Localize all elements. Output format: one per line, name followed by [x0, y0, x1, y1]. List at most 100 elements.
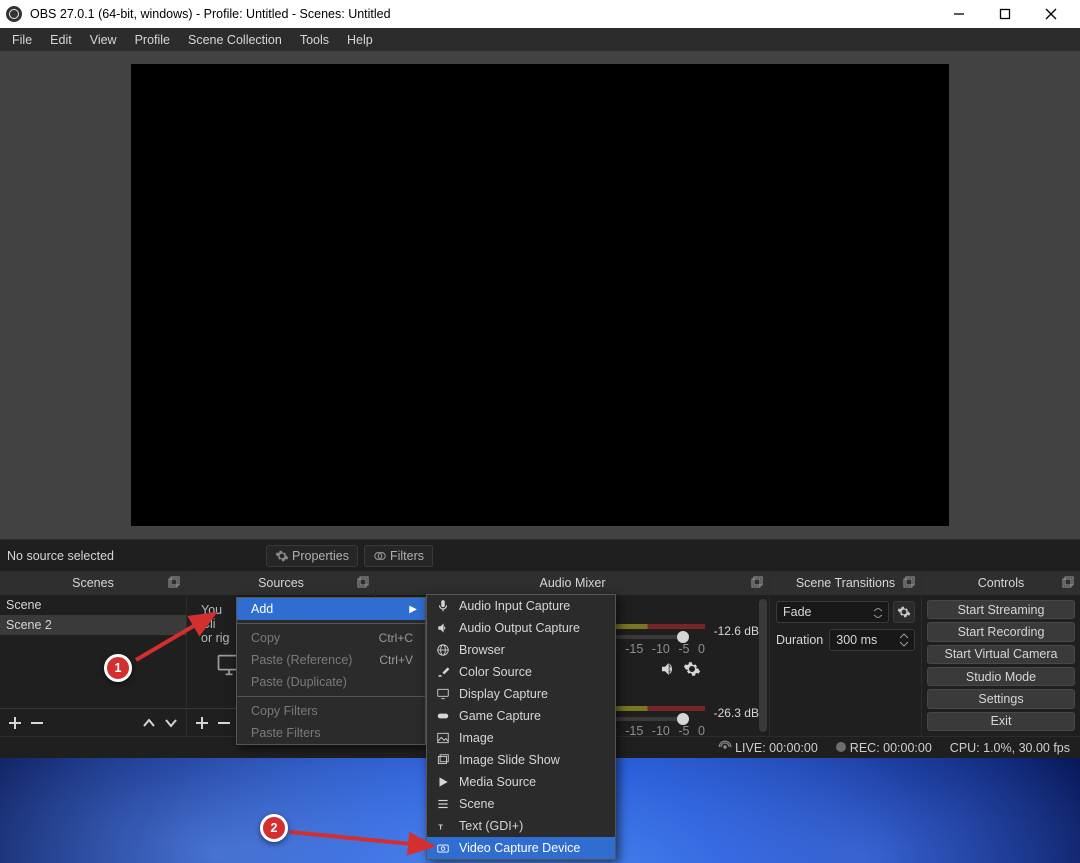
gamepad-icon [435, 708, 451, 724]
remove-scene-button[interactable] [28, 714, 46, 732]
ctx-paste-duplicate: Paste (Duplicate) [237, 671, 425, 693]
mixer-title: Audio Mixer [540, 576, 606, 590]
chevron-updown-icon [900, 633, 908, 647]
maximize-button[interactable] [982, 0, 1028, 28]
preview-canvas[interactable] [131, 64, 949, 526]
gear-icon [275, 549, 289, 563]
settings-button[interactable]: Settings [927, 689, 1075, 708]
ctx-game-capture[interactable]: Game Capture [427, 705, 615, 727]
ctx-browser[interactable]: Browser [427, 639, 615, 661]
ctx-copy-filters: Copy Filters [237, 700, 425, 722]
undock-icon[interactable] [356, 575, 370, 589]
filters-button[interactable]: Filters [364, 545, 433, 567]
transition-value: Fade [783, 605, 812, 619]
undock-icon[interactable] [902, 575, 916, 589]
status-rec: REC: 00:00:00 [836, 741, 932, 755]
menu-help[interactable]: Help [338, 30, 382, 50]
menu-tools[interactable]: Tools [291, 30, 338, 50]
gear-icon [897, 605, 911, 619]
minimize-button[interactable] [936, 0, 982, 28]
mixer-db-label: -12.6 dB [714, 624, 759, 638]
ctx-add[interactable]: Add▶ [237, 598, 425, 620]
gear-icon[interactable] [683, 660, 701, 678]
ctx-paste-reference: Paste (Reference)Ctrl+V [237, 649, 425, 671]
ctx-image[interactable]: Image [427, 727, 615, 749]
ctx-separator [237, 623, 425, 624]
chevron-updown-icon [873, 608, 883, 618]
exit-button[interactable]: Exit [927, 712, 1075, 731]
record-dot-icon [836, 742, 846, 752]
broadcast-icon [718, 740, 732, 754]
annotation-arrow-1 [128, 608, 228, 664]
speaker-icon [435, 620, 451, 636]
ctx-media-source[interactable]: Media Source [427, 771, 615, 793]
ctx-audio-input-capture[interactable]: Audio Input Capture [427, 595, 615, 617]
filters-label: Filters [390, 549, 424, 563]
source-toolbar: No source selected Properties Filters [0, 539, 1080, 571]
menu-edit[interactable]: Edit [41, 30, 81, 50]
play-icon [435, 774, 451, 790]
menu-file[interactable]: File [3, 30, 41, 50]
duration-value: 300 ms [836, 633, 877, 647]
ctx-scene[interactable]: Scene [427, 793, 615, 815]
ctx-text-gdi[interactable]: TText (GDI+) [427, 815, 615, 837]
add-source-button[interactable] [193, 714, 211, 732]
menubar: File Edit View Profile Scene Collection … [0, 28, 1080, 51]
properties-label: Properties [292, 549, 349, 563]
speaker-icon[interactable] [659, 660, 677, 678]
ctx-audio-output-capture[interactable]: Audio Output Capture [427, 617, 615, 639]
status-cpu: CPU: 1.0%, 30.00 fps [950, 741, 1070, 755]
obs-logo-icon [6, 6, 22, 22]
add-scene-button[interactable] [6, 714, 24, 732]
properties-button[interactable]: Properties [266, 545, 358, 567]
start-recording-button[interactable]: Start Recording [927, 622, 1075, 641]
sources-context-menu: Add▶ CopyCtrl+C Paste (Reference)Ctrl+V … [236, 597, 426, 745]
remove-source-button[interactable] [215, 714, 233, 732]
scenes-title: Scenes [72, 576, 114, 590]
mixer-db-label: -26.3 dB [714, 706, 759, 720]
ctx-video-capture-device[interactable]: Video Capture Device [427, 837, 615, 859]
window-title: OBS 27.0.1 (64-bit, windows) - Profile: … [30, 7, 936, 21]
menu-view[interactable]: View [81, 30, 126, 50]
chevron-right-icon: ▶ [409, 604, 417, 615]
globe-icon [435, 642, 451, 658]
overlap-icon [373, 549, 387, 563]
mic-icon [435, 598, 451, 614]
move-scene-up-button[interactable] [140, 714, 158, 732]
sources-title: Sources [258, 576, 304, 590]
controls-dock: Controls Start Streaming Start Recording… [922, 571, 1080, 736]
transition-settings-button[interactable] [893, 601, 915, 623]
images-icon [435, 752, 451, 768]
move-scene-down-button[interactable] [162, 714, 180, 732]
ctx-separator [237, 696, 425, 697]
ctx-image-slide-show[interactable]: Image Slide Show [427, 749, 615, 771]
image-icon [435, 730, 451, 746]
start-streaming-button[interactable]: Start Streaming [927, 600, 1075, 619]
undock-icon[interactable] [167, 575, 181, 589]
duration-label: Duration [776, 633, 823, 647]
controls-title: Controls [978, 576, 1025, 590]
studio-mode-button[interactable]: Studio Mode [927, 667, 1075, 686]
duration-input[interactable]: 300 ms [829, 629, 915, 651]
list-icon [435, 796, 451, 812]
brush-icon [435, 664, 451, 680]
preview-area [0, 51, 1080, 539]
menu-profile[interactable]: Profile [126, 30, 179, 50]
annotation-badge-2: 2 [260, 814, 288, 842]
ctx-display-capture[interactable]: Display Capture [427, 683, 615, 705]
ctx-paste-filters: Paste Filters [237, 722, 425, 744]
source-status: No source selected [4, 549, 266, 563]
titlebar: OBS 27.0.1 (64-bit, windows) - Profile: … [0, 0, 1080, 28]
transition-select[interactable]: Fade [776, 601, 889, 623]
annotation-badge-1: 1 [104, 654, 132, 682]
close-button[interactable] [1028, 0, 1074, 28]
mixer-scrollbar[interactable] [759, 599, 767, 732]
menu-scene-collection[interactable]: Scene Collection [179, 30, 291, 50]
status-live: LIVE: 00:00:00 [718, 740, 818, 755]
transitions-title: Scene Transitions [796, 576, 895, 590]
undock-icon[interactable] [1061, 575, 1075, 589]
start-virtual-camera-button[interactable]: Start Virtual Camera [927, 645, 1075, 664]
annotation-arrow-2 [286, 822, 446, 852]
undock-icon[interactable] [750, 575, 764, 589]
ctx-color-source[interactable]: Color Source [427, 661, 615, 683]
